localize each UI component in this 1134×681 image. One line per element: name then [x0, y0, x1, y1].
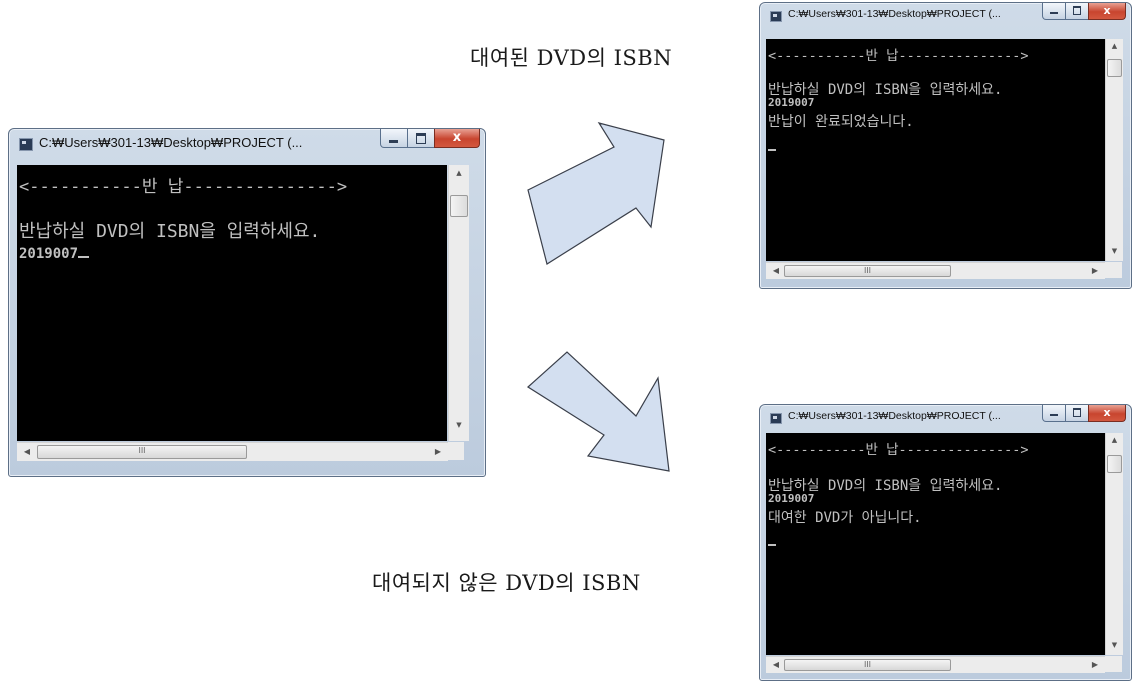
vertical-scroll-thumb[interactable]: [450, 195, 468, 217]
minimize-icon: [1050, 12, 1058, 14]
horizontal-scroll-thumb[interactable]: III: [784, 265, 951, 277]
console-output[interactable]: <-----------반 납---------------> 반납하실 DVD…: [17, 165, 447, 441]
vertical-scrollbar[interactable]: ▲ ▼: [448, 165, 469, 441]
console-window-input[interactable]: C:₩Users₩301-13₩Desktop₩PROJECT (... x <…: [8, 128, 486, 477]
console-output[interactable]: <-----------반 납---------------> 반납하실 DVD…: [766, 433, 1105, 655]
maximize-button[interactable]: [407, 129, 435, 148]
scroll-left-icon[interactable]: ◀: [19, 443, 35, 461]
console-app-icon: [19, 138, 33, 151]
scroll-up-icon[interactable]: ▲: [1106, 433, 1123, 447]
isbn-input-value: 2019007: [19, 246, 79, 262]
flow-arrow-up: [527, 122, 665, 265]
title-bar[interactable]: C:₩Users₩301-13₩Desktop₩PROJECT (... x: [9, 129, 485, 159]
scroll-right-icon[interactable]: ▶: [1087, 263, 1103, 279]
console-app-icon: [770, 413, 782, 424]
minimize-button[interactable]: [1042, 3, 1066, 20]
vertical-scrollbar[interactable]: ▲ ▼: [1105, 39, 1123, 261]
close-icon: x: [1103, 406, 1111, 419]
scroll-left-icon[interactable]: ◀: [768, 657, 784, 673]
window-title: C:₩Users₩301-13₩Desktop₩PROJECT (...: [788, 8, 1001, 20]
vertical-scroll-thumb[interactable]: [1107, 455, 1122, 473]
horizontal-scrollbar[interactable]: ◀ III ▶: [766, 656, 1105, 673]
scroll-up-icon[interactable]: ▲: [449, 165, 469, 181]
console-app-icon: [770, 11, 782, 22]
console-input-line: 2019007: [19, 242, 90, 263]
maximize-button[interactable]: [1065, 405, 1089, 422]
minimize-icon: [1050, 414, 1058, 416]
minimize-button[interactable]: [1042, 405, 1066, 422]
scroll-left-icon[interactable]: ◀: [768, 263, 784, 279]
close-button[interactable]: x: [1088, 405, 1126, 422]
console-window-success[interactable]: C:₩Users₩301-13₩Desktop₩PROJECT (... x <…: [759, 2, 1132, 289]
horizontal-scroll-thumb[interactable]: III: [784, 659, 951, 671]
vertical-scroll-thumb[interactable]: [1107, 59, 1122, 77]
horizontal-scrollbar[interactable]: ◀ III ▶: [17, 442, 448, 461]
text-cursor: [768, 149, 776, 151]
resize-grip[interactable]: [1105, 656, 1122, 672]
horizontal-scrollbar[interactable]: ◀ III ▶: [766, 262, 1105, 279]
scroll-down-icon[interactable]: ▼: [449, 417, 469, 433]
minimize-icon: [389, 140, 398, 143]
text-cursor: [78, 256, 90, 258]
console-header: <-----------반 납--------------->: [19, 177, 348, 197]
scroll-down-icon[interactable]: ▼: [1106, 244, 1123, 258]
console-header: <-----------반 납--------------->: [768, 48, 1029, 64]
resize-grip[interactable]: [1105, 262, 1122, 278]
minimize-button[interactable]: [380, 129, 408, 148]
maximize-icon: [416, 133, 426, 144]
isbn-input-value: 2019007: [768, 96, 815, 109]
console-output[interactable]: <-----------반 납---------------> 반납하실 DVD…: [766, 39, 1105, 261]
title-bar[interactable]: C:₩Users₩301-13₩Desktop₩PROJECT (... x: [760, 405, 1131, 431]
console-window-failure[interactable]: C:₩Users₩301-13₩Desktop₩PROJECT (... x <…: [759, 404, 1132, 681]
close-button[interactable]: x: [434, 129, 480, 148]
scroll-right-icon[interactable]: ▶: [430, 443, 446, 461]
window-title: C:₩Users₩301-13₩Desktop₩PROJECT (...: [788, 410, 1001, 422]
maximize-icon: [1073, 6, 1081, 15]
maximize-icon: [1073, 408, 1081, 417]
console-result-failure: 대여한 DVD가 아닙니다.: [768, 510, 922, 526]
vertical-scrollbar[interactable]: ▲ ▼: [1105, 433, 1123, 655]
scroll-right-icon[interactable]: ▶: [1087, 657, 1103, 673]
close-button[interactable]: x: [1088, 3, 1126, 20]
isbn-input-value: 2019007: [768, 492, 815, 505]
flow-arrow-down: [527, 351, 670, 472]
scroll-up-icon[interactable]: ▲: [1106, 39, 1123, 53]
close-icon: x: [1103, 4, 1111, 17]
window-title: C:₩Users₩301-13₩Desktop₩PROJECT (...: [39, 135, 303, 150]
maximize-button[interactable]: [1065, 3, 1089, 20]
console-result-success: 반납이 완료되었습니다.: [768, 114, 914, 130]
console-prompt: 반납하실 DVD의 ISBN을 입력하세요.: [19, 221, 321, 242]
scroll-down-icon[interactable]: ▼: [1106, 638, 1123, 652]
console-cursor-line: [768, 534, 776, 550]
horizontal-scroll-thumb[interactable]: III: [37, 445, 247, 459]
resize-grip[interactable]: [448, 442, 464, 460]
text-cursor: [768, 544, 776, 546]
title-bar[interactable]: C:₩Users₩301-13₩Desktop₩PROJECT (... x: [760, 3, 1131, 29]
close-icon: x: [452, 130, 462, 145]
console-header: <-----------반 납--------------->: [768, 442, 1029, 458]
console-cursor-line: [768, 139, 776, 155]
